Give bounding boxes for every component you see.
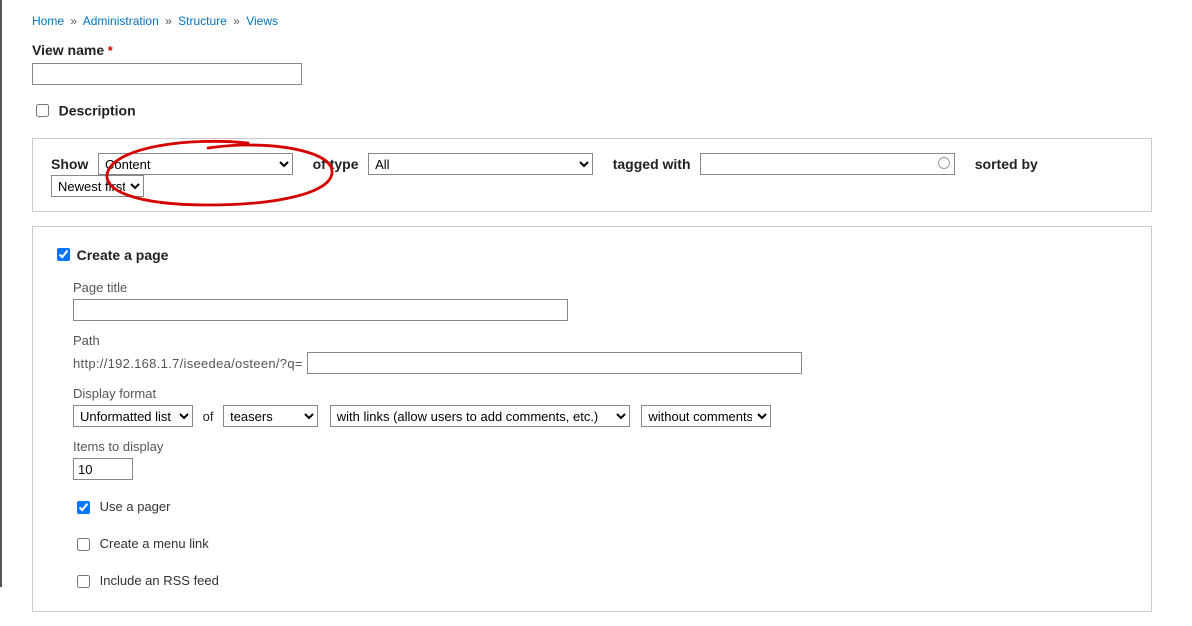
view-name-input[interactable] bbox=[32, 63, 302, 85]
show-label: Show bbox=[51, 156, 88, 172]
display-format-select[interactable]: Unformatted list bbox=[73, 405, 193, 427]
items-to-display-label: Items to display bbox=[73, 439, 1131, 454]
create-menu-link-label: Create a menu link bbox=[100, 536, 209, 551]
of-type-select[interactable]: All bbox=[368, 153, 593, 175]
create-page-checkbox[interactable] bbox=[57, 248, 70, 261]
sorted-by-select[interactable]: Newest first bbox=[51, 175, 144, 197]
links-select[interactable]: with links (allow users to add comments,… bbox=[330, 405, 630, 427]
sorted-by-label: sorted by bbox=[975, 156, 1038, 172]
path-label: Path bbox=[73, 333, 1131, 348]
tagged-with-label: tagged with bbox=[613, 156, 691, 172]
view-name-label: View name bbox=[32, 42, 104, 58]
page-title-input[interactable] bbox=[73, 299, 568, 321]
use-pager-label: Use a pager bbox=[100, 499, 171, 514]
row-style-select[interactable]: teasers bbox=[223, 405, 318, 427]
breadcrumb-views[interactable]: Views bbox=[246, 14, 278, 28]
breadcrumb-administration[interactable]: Administration bbox=[83, 14, 159, 28]
display-format-label: Display format bbox=[73, 386, 1131, 401]
path-prefix: http://192.168.1.7/iseedea/osteen/?q= bbox=[73, 356, 303, 371]
show-settings-box: Show Content of type All tagged with sor… bbox=[32, 138, 1152, 212]
page-title-label: Page title bbox=[73, 280, 1131, 295]
breadcrumb: Home » Administration » Structure » View… bbox=[32, 14, 1192, 28]
include-rss-checkbox[interactable] bbox=[77, 575, 90, 588]
items-to-display-input[interactable] bbox=[73, 458, 133, 480]
breadcrumb-home[interactable]: Home bbox=[32, 14, 64, 28]
create-menu-link-checkbox[interactable] bbox=[77, 538, 90, 551]
path-input[interactable] bbox=[307, 352, 802, 374]
create-page-label: Create a page bbox=[77, 247, 169, 263]
breadcrumb-separator: » bbox=[165, 14, 172, 28]
show-content-select[interactable]: Content bbox=[98, 153, 293, 175]
of-text: of bbox=[203, 409, 214, 424]
description-label: Description bbox=[59, 103, 136, 119]
required-indicator: * bbox=[108, 43, 113, 58]
include-rss-label: Include an RSS feed bbox=[100, 573, 219, 588]
comments-select[interactable]: without comments bbox=[641, 405, 771, 427]
use-pager-checkbox[interactable] bbox=[77, 501, 90, 514]
breadcrumb-separator: » bbox=[70, 14, 77, 28]
of-type-label: of type bbox=[313, 156, 359, 172]
tagged-with-input[interactable] bbox=[700, 153, 955, 175]
create-page-box: Create a page Page title Path http://192… bbox=[32, 226, 1152, 612]
breadcrumb-structure[interactable]: Structure bbox=[178, 14, 227, 28]
breadcrumb-separator: » bbox=[233, 14, 240, 28]
description-checkbox[interactable] bbox=[36, 104, 49, 117]
